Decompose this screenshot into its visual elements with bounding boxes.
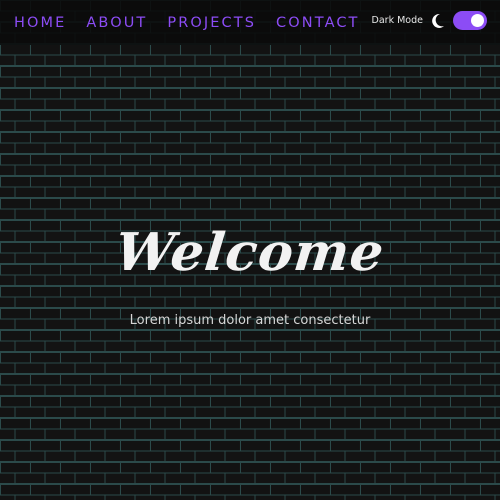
moon-icon bbox=[431, 13, 445, 29]
dark-mode-toggle-group: Dark Mode bbox=[372, 11, 487, 30]
switch-knob bbox=[471, 14, 484, 27]
navbar: HOME ABOUT PROJECTS CONTACT Dark Mode bbox=[0, 0, 500, 45]
hero-subtitle: Lorem ipsum dolor amet consectetur bbox=[129, 313, 371, 328]
nav-link-projects[interactable]: PROJECTS bbox=[167, 15, 256, 31]
nav-link-about[interactable]: ABOUT bbox=[86, 15, 147, 31]
nav-link-home[interactable]: HOME bbox=[14, 15, 66, 31]
hero-title: Welcome bbox=[112, 222, 388, 283]
nav-link-contact[interactable]: CONTACT bbox=[276, 15, 359, 31]
page: HOME ABOUT PROJECTS CONTACT Dark Mode We… bbox=[0, 0, 500, 500]
nav-links: HOME ABOUT PROJECTS CONTACT bbox=[14, 15, 360, 31]
dark-mode-label: Dark Mode bbox=[371, 15, 423, 26]
dark-mode-switch[interactable] bbox=[453, 11, 487, 30]
